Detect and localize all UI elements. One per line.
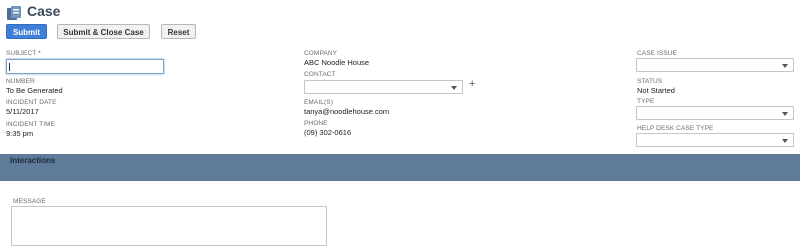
contact-select[interactable] — [304, 80, 463, 94]
emails-value: tanya@noodlehouse.com — [304, 107, 390, 116]
message-label: MESSAGE — [13, 198, 46, 205]
message-textarea[interactable] — [11, 206, 327, 246]
chevron-down-icon — [782, 139, 788, 143]
contact-label: CONTACT — [304, 71, 336, 78]
incident-time-value: 9:35 pm — [6, 129, 34, 138]
plus-icon[interactable]: + — [469, 79, 475, 90]
incident-date-value: 5/11/2017 — [6, 107, 39, 116]
chevron-down-icon — [782, 112, 788, 116]
submit-close-case-button[interactable]: Submit & Close Case — [57, 24, 150, 39]
case-icon — [7, 6, 21, 20]
page-title: Case — [27, 3, 61, 19]
company-value: ABC Noodle House — [304, 58, 370, 67]
subject-label: SUBJECT * — [6, 50, 41, 57]
incident-time-label: INCIDENT TIME — [6, 121, 56, 128]
text-cursor — [9, 63, 10, 71]
case-issue-label: CASE ISSUE — [637, 50, 678, 57]
type-label: TYPE — [637, 98, 655, 105]
company-label: COMPANY — [304, 50, 338, 57]
phone-value: (09) 302-0616 — [304, 128, 352, 137]
required-mark: * — [38, 50, 41, 57]
phone-label: PHONE — [304, 120, 328, 127]
number-value: To Be Generated — [6, 86, 63, 95]
help-desk-case-type-label: HELP DESK CASE TYPE — [637, 125, 714, 132]
status-value: Not Started — [637, 86, 675, 95]
chevron-down-icon — [451, 86, 457, 90]
help-desk-case-type-select[interactable] — [636, 133, 794, 147]
reset-button[interactable]: Reset — [161, 24, 196, 39]
number-label: NUMBER — [6, 78, 35, 85]
status-label: STATUS — [637, 78, 663, 85]
interactions-title: Interactions — [10, 156, 56, 165]
emails-label: EMAIL(S) — [304, 99, 333, 106]
subject-label-text: SUBJECT — [6, 50, 37, 57]
type-select[interactable] — [636, 106, 794, 120]
chevron-down-icon — [782, 64, 788, 68]
submit-button[interactable]: Submit — [6, 24, 47, 39]
case-issue-select[interactable] — [636, 58, 794, 72]
interactions-section-bar[interactable]: Interactions — [0, 154, 800, 181]
incident-date-label: INCIDENT DATE — [6, 99, 57, 106]
subject-input[interactable] — [6, 59, 164, 74]
